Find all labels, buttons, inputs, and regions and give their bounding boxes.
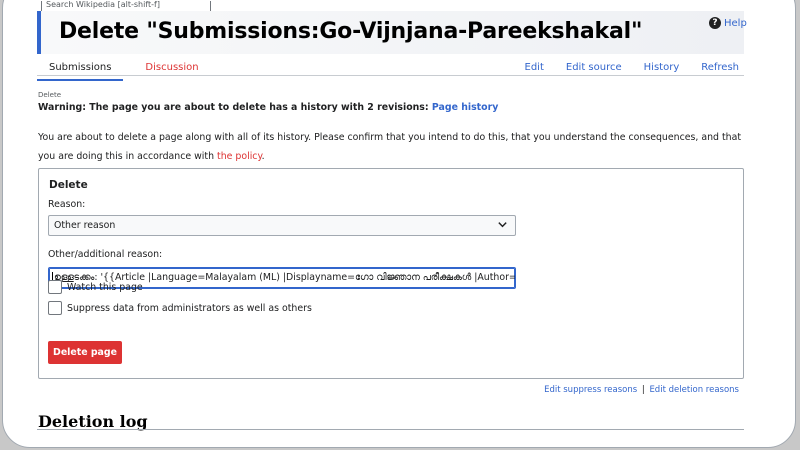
reason-selected-value: Other reason bbox=[54, 220, 116, 231]
edit-suppress-reasons-link[interactable]: Edit suppress reasons bbox=[544, 385, 637, 395]
other-reason-label: Other/additional reason: bbox=[48, 249, 163, 260]
help-icon: ? bbox=[709, 17, 721, 29]
page-subtitle: Delete bbox=[38, 91, 61, 99]
history-warning: Warning: The page you are about to delet… bbox=[38, 102, 498, 113]
intro-text: You are about to delete a page along wit… bbox=[38, 132, 742, 162]
tab-edit-source[interactable]: Edit source bbox=[566, 62, 622, 73]
page-title: Delete "Submissions:Go-Vijnjana-Pareeksh… bbox=[59, 19, 643, 44]
suppress-label: Suppress data from administrators as wel… bbox=[67, 302, 312, 314]
page-history-link[interactable]: Page history bbox=[432, 102, 498, 113]
browser-frame: Search Wikipedia [alt-shift-f] Delete "S… bbox=[2, 0, 796, 448]
watch-option[interactable]: Watch this page bbox=[48, 280, 143, 294]
tab-discussion[interactable]: Discussion bbox=[145, 62, 198, 81]
policy-link[interactable]: the policy bbox=[217, 151, 262, 162]
tabs-divider bbox=[37, 75, 744, 76]
edit-reasons-links: Edit suppress reasons | Edit deletion re… bbox=[544, 385, 739, 395]
deletion-log-divider bbox=[37, 429, 744, 430]
watch-checkbox[interactable] bbox=[48, 280, 62, 294]
links-separator: | bbox=[641, 385, 645, 395]
warning-text: Warning: The page you are about to delet… bbox=[38, 102, 429, 113]
reason-label: Reason: bbox=[48, 199, 86, 210]
suppress-checkbox[interactable] bbox=[48, 301, 62, 315]
tab-submissions[interactable]: Submissions bbox=[37, 62, 124, 81]
intro-end: . bbox=[261, 151, 265, 162]
tab-refresh[interactable]: Refresh bbox=[701, 62, 739, 73]
tab-edit[interactable]: Edit bbox=[525, 62, 544, 73]
watch-label: Watch this page bbox=[67, 281, 143, 293]
form-legend: Delete bbox=[49, 179, 88, 191]
tab-history[interactable]: History bbox=[644, 62, 680, 73]
chevron-down-icon bbox=[498, 222, 507, 228]
namespace-tabs: Submissions Discussion bbox=[37, 62, 199, 81]
delete-form: Delete Reason: Other reason Other/additi… bbox=[38, 168, 744, 379]
help-link[interactable]: ? Help bbox=[709, 17, 747, 29]
reason-select[interactable]: Other reason bbox=[48, 215, 516, 236]
delete-page-button[interactable]: Delete page bbox=[48, 341, 122, 364]
intro-paragraph: You are about to delete a page along wit… bbox=[38, 128, 750, 166]
edit-deletion-reasons-link[interactable]: Edit deletion reasons bbox=[649, 385, 739, 395]
view-tabs: Edit Edit source History Refresh bbox=[525, 62, 739, 73]
suppress-option[interactable]: Suppress data from administrators as wel… bbox=[48, 301, 312, 315]
help-label: Help bbox=[724, 17, 747, 29]
